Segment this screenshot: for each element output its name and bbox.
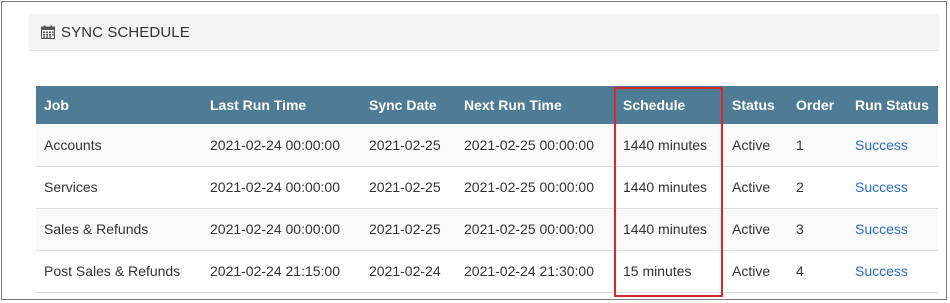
cell-order: 3	[788, 208, 847, 251]
cell-last-run-time: 2021-02-24 00:00:00	[202, 166, 361, 209]
column-header-next-run-time[interactable]: Next Run Time	[456, 86, 615, 124]
cell-sync-date: 2021-02-25	[361, 166, 456, 209]
cell-schedule: 1440 minutes	[615, 166, 724, 209]
table-row: Services 2021-02-24 00:00:00 2021-02-25 …	[36, 166, 938, 209]
table-row: Post Sales & Refunds 2021-02-24 21:15:00…	[36, 250, 938, 293]
column-header-status[interactable]: Status	[724, 86, 788, 124]
column-header-job[interactable]: Job	[36, 86, 202, 124]
panel-title: SYNC SCHEDULE	[61, 23, 190, 41]
table-header-row: Job Last Run Time Sync Date Next Run Tim…	[36, 86, 938, 124]
cell-next-run-time: 2021-02-25 00:00:00	[456, 208, 615, 251]
screenshot-frame: SYNC SCHEDULE Job Last Run Time Sync Dat…	[1, 1, 947, 300]
run-status-link[interactable]: Success	[855, 221, 908, 237]
cell-status: Active	[724, 208, 788, 251]
column-header-order[interactable]: Order	[788, 86, 847, 124]
column-header-sync-date[interactable]: Sync Date	[361, 86, 456, 124]
cell-last-run-time: 2021-02-24 21:15:00	[202, 250, 361, 293]
table-row: Accounts 2021-02-24 00:00:00 2021-02-25 …	[36, 124, 938, 167]
cell-sync-date: 2021-02-25	[361, 124, 456, 167]
cell-sync-date: 2021-02-24	[361, 250, 456, 293]
cell-run-status: Success	[847, 208, 938, 251]
run-status-link[interactable]: Success	[855, 179, 908, 195]
cell-sync-date: 2021-02-25	[361, 208, 456, 251]
cell-job: Post Sales & Refunds	[36, 250, 202, 293]
column-header-schedule[interactable]: Schedule	[615, 86, 724, 124]
panel-header: SYNC SCHEDULE	[29, 14, 939, 51]
column-header-run-status[interactable]: Run Status	[847, 86, 938, 124]
sync-schedule-table-container: Job Last Run Time Sync Date Next Run Tim…	[36, 86, 938, 293]
cell-run-status: Success	[847, 124, 938, 167]
cell-order: 4	[788, 250, 847, 293]
cell-order: 2	[788, 166, 847, 209]
cell-order: 1	[788, 124, 847, 167]
run-status-link[interactable]: Success	[855, 263, 908, 279]
cell-status: Active	[724, 250, 788, 293]
cell-next-run-time: 2021-02-25 00:00:00	[456, 124, 615, 167]
cell-job: Services	[36, 166, 202, 209]
sync-schedule-table: Job Last Run Time Sync Date Next Run Tim…	[36, 86, 938, 293]
cell-status: Active	[724, 124, 788, 167]
cell-next-run-time: 2021-02-25 00:00:00	[456, 166, 615, 209]
cell-last-run-time: 2021-02-24 00:00:00	[202, 208, 361, 251]
column-header-last-run-time[interactable]: Last Run Time	[202, 86, 361, 124]
cell-status: Active	[724, 166, 788, 209]
calendar-icon	[41, 25, 55, 39]
cell-schedule: 1440 minutes	[615, 124, 724, 167]
cell-run-status: Success	[847, 250, 938, 293]
cell-schedule: 15 minutes	[615, 250, 724, 293]
cell-job: Sales & Refunds	[36, 208, 202, 251]
run-status-link[interactable]: Success	[855, 137, 908, 153]
cell-job: Accounts	[36, 124, 202, 167]
cell-next-run-time: 2021-02-24 21:30:00	[456, 250, 615, 293]
cell-last-run-time: 2021-02-24 00:00:00	[202, 124, 361, 167]
table-row: Sales & Refunds 2021-02-24 00:00:00 2021…	[36, 208, 938, 251]
cell-schedule: 1440 minutes	[615, 208, 724, 251]
cell-run-status: Success	[847, 166, 938, 209]
